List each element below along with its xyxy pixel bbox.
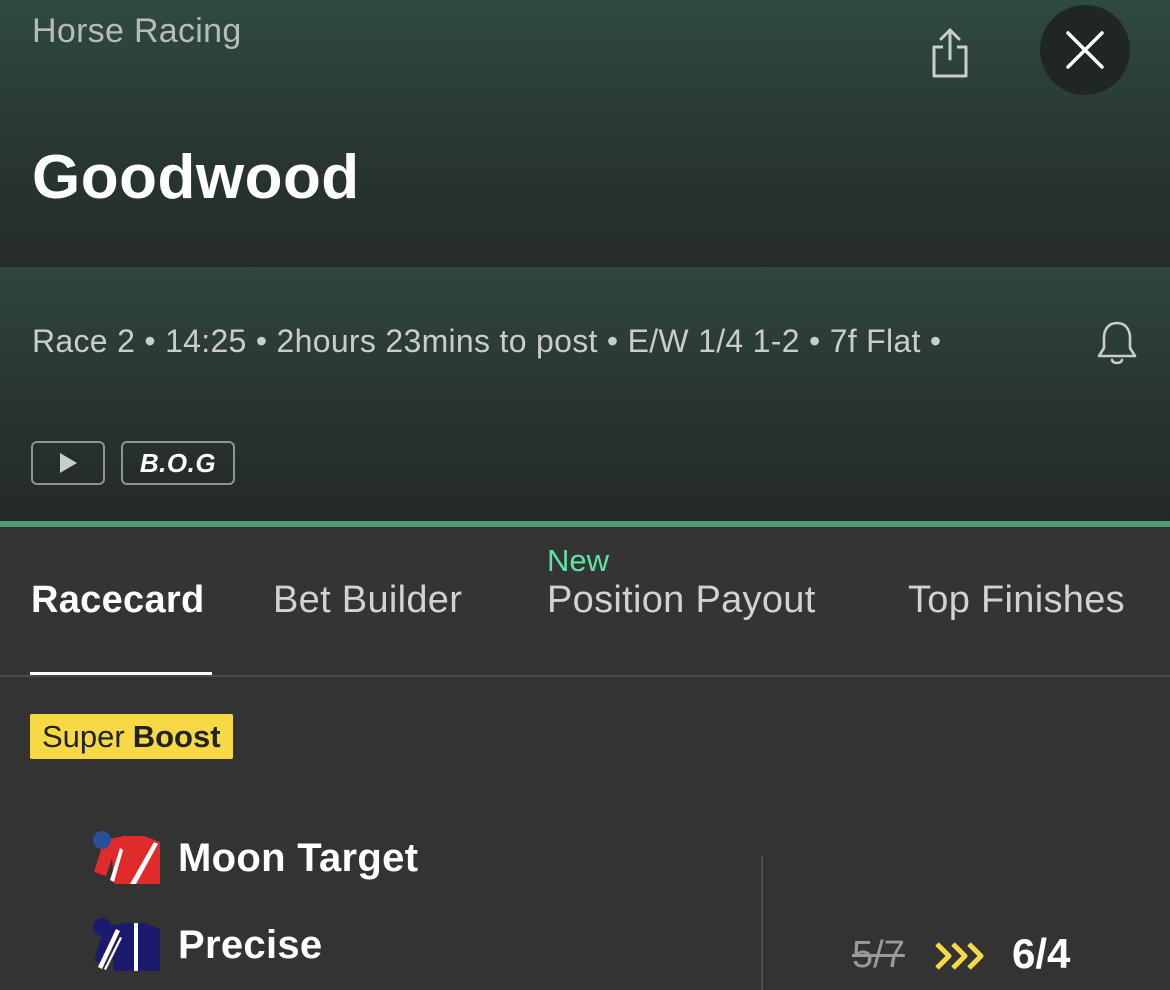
boosted-odds-button[interactable]: 6/4 (1012, 930, 1070, 978)
header: Horse Racing Goodwood (0, 0, 1170, 267)
share-button[interactable] (924, 24, 976, 82)
tab-top-finishes[interactable]: Top Finishes (908, 579, 1125, 622)
live-stream-button[interactable] (31, 441, 105, 485)
runner-row: Moon Target (90, 828, 418, 888)
bog-badge: B.O.G (121, 441, 235, 485)
super-boost-prefix: Super (42, 718, 125, 754)
share-icon (932, 28, 968, 78)
page-title: Goodwood (32, 143, 360, 212)
runner-row: Precise (90, 915, 322, 975)
silk-navy-white-stripe-icon (93, 918, 160, 971)
close-icon (1066, 31, 1104, 69)
tab-bar: Racecard Bet Builder New Position Payout… (0, 527, 1170, 677)
super-boost-badge: Super Boost (30, 714, 233, 759)
column-divider (761, 855, 763, 990)
tabs-divider (0, 675, 1170, 677)
race-meta: Race 2 • 14:25 • 2hours 23mins to post •… (32, 323, 942, 359)
new-badge: New (547, 543, 610, 578)
runner-name: Moon Target (178, 835, 419, 880)
silk-red-white-diagonal-icon (93, 831, 160, 884)
runner-name: Precise (178, 922, 323, 967)
breadcrumb[interactable]: Horse Racing (32, 12, 242, 51)
tab-bet-builder[interactable]: Bet Builder (273, 579, 462, 622)
close-button[interactable] (1040, 5, 1130, 95)
tab-racecard[interactable]: Racecard (31, 579, 205, 622)
play-icon (60, 453, 77, 473)
bell-icon (1097, 321, 1137, 365)
old-odds: 5/7 (852, 934, 905, 976)
tab-position-payout[interactable]: Position Payout (547, 579, 816, 622)
super-boost-bold: Boost (132, 718, 221, 754)
race-info-panel: Race 2 • 14:25 • 2hours 23mins to post •… (0, 267, 1170, 521)
notification-button[interactable] (1092, 317, 1142, 369)
boost-arrows-icon (935, 942, 984, 970)
